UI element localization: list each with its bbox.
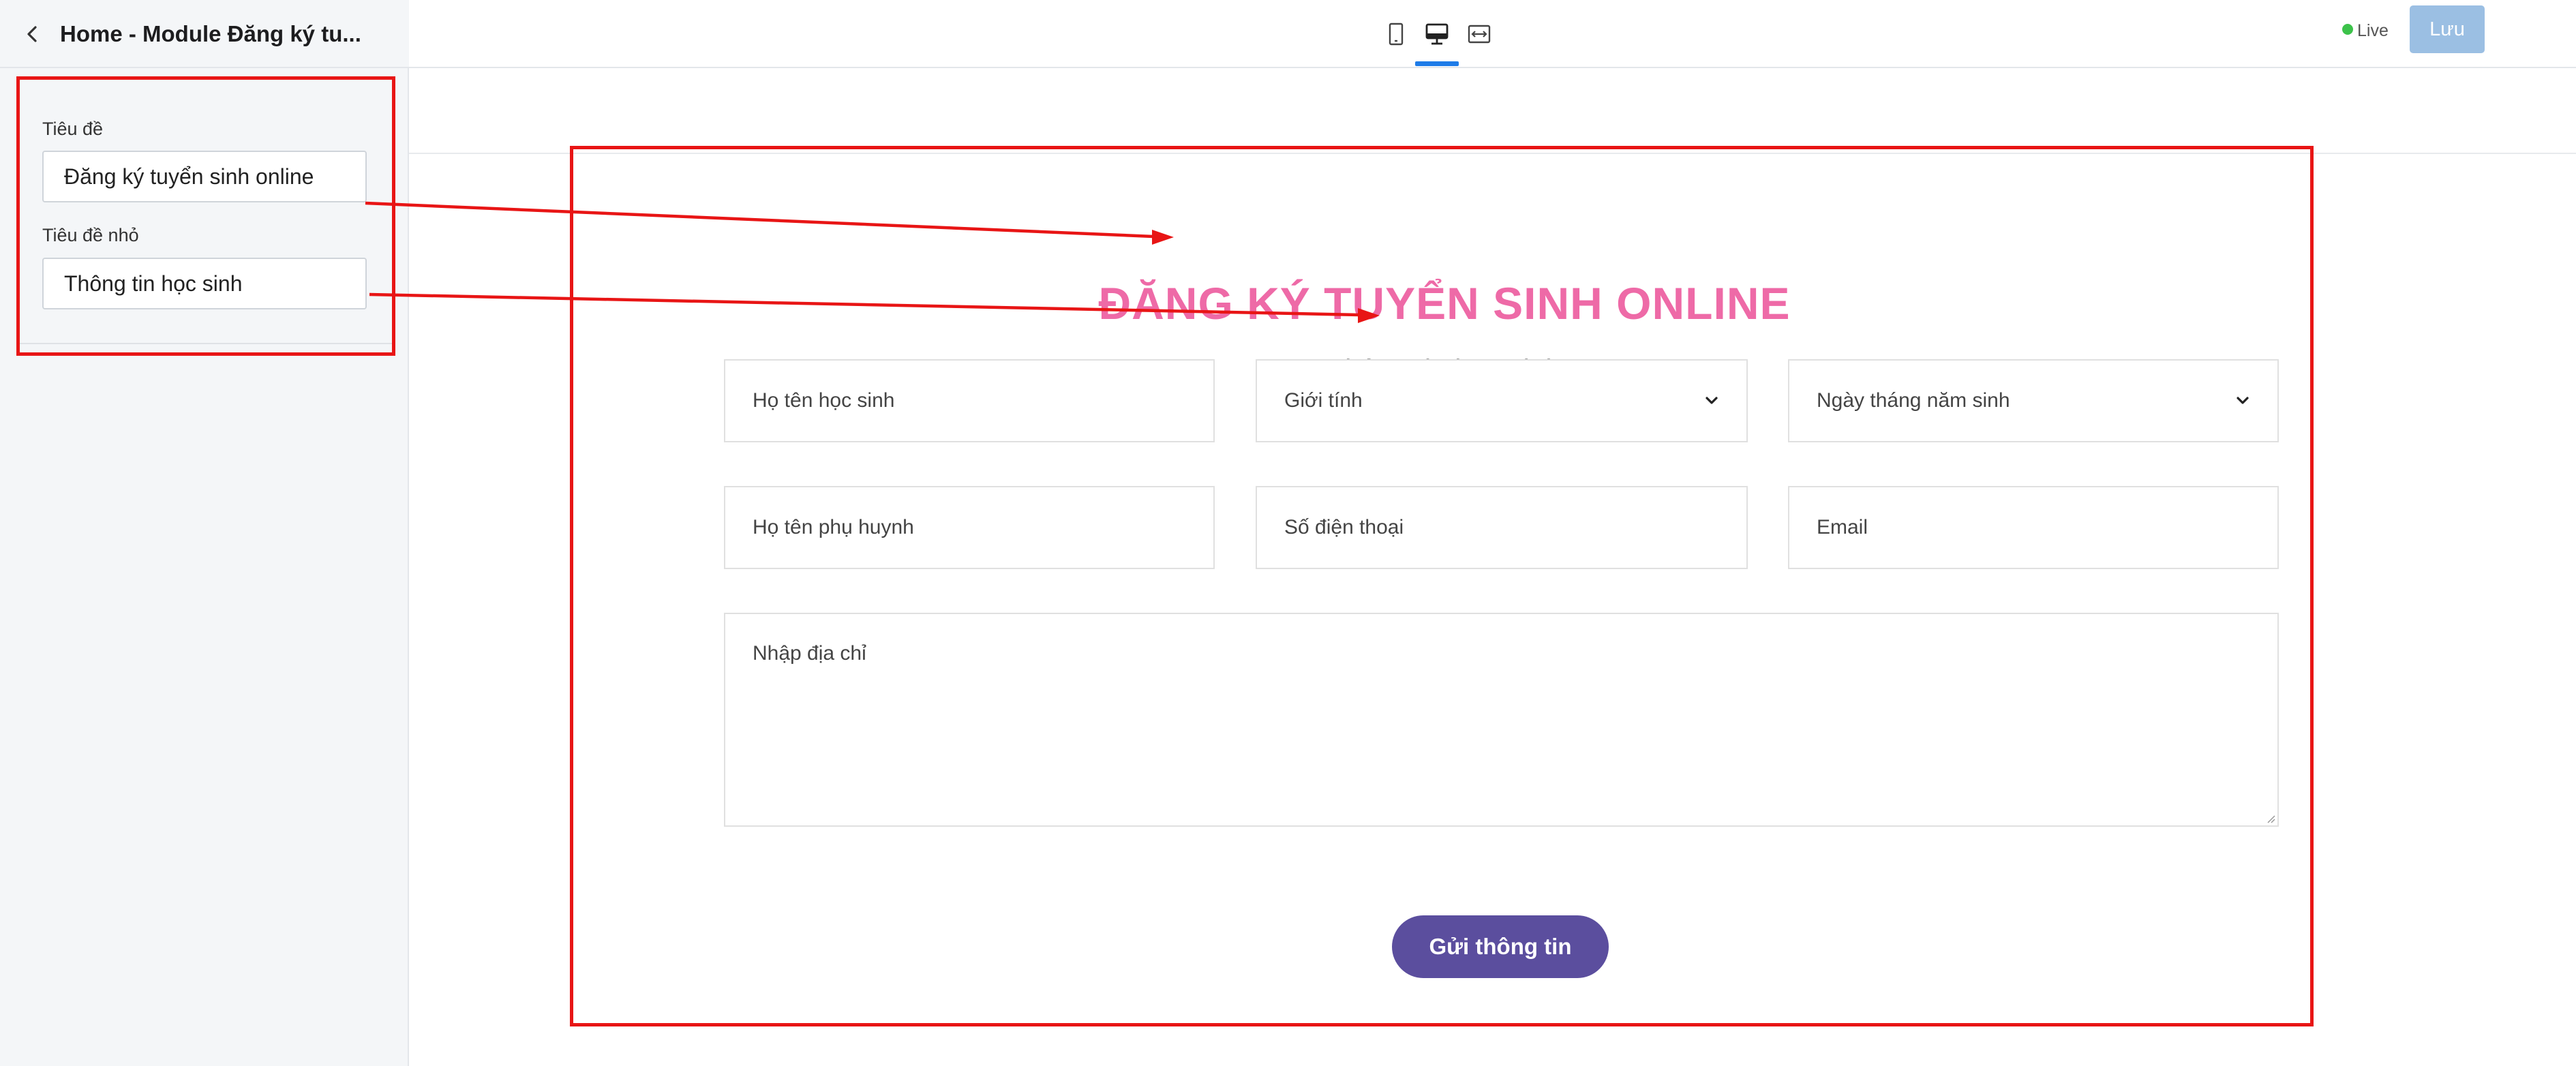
annotation-box-module [570,146,2314,1026]
live-status-label: Live [2357,21,2389,40]
mobile-icon[interactable] [1377,15,1415,53]
desktop-icon[interactable] [1418,15,1456,53]
toolbar: Live Lưu [409,0,2576,68]
back-arrow-icon[interactable] [18,19,48,49]
page: Home - Module Đăng ký tu... Tiêu đề Đăng… [0,0,2576,1066]
fullwidth-icon[interactable] [1460,15,1498,53]
live-status-icon [2342,24,2353,35]
active-device-indicator [1415,61,1459,66]
page-title: Home - Module Đăng ký tu... [60,21,361,46]
sidebar-header: Home - Module Đăng ký tu... [0,0,409,68]
annotation-box-settings [16,76,395,356]
save-button[interactable]: Lưu [2410,5,2485,53]
